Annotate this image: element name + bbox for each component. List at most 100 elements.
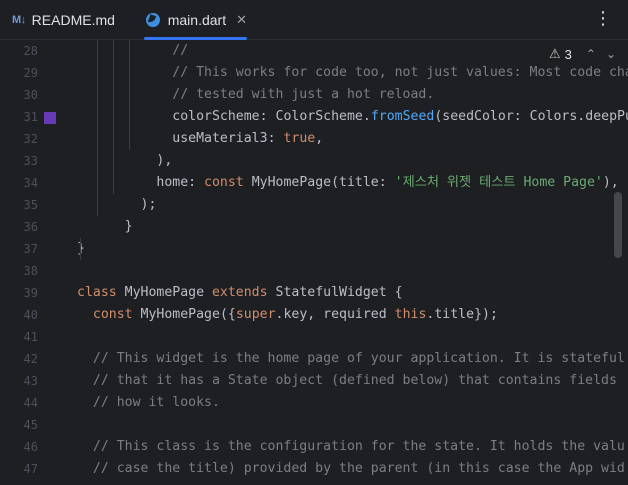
- indent-guide: [129, 40, 130, 150]
- line-number: 47: [23, 462, 38, 476]
- line-number: 40: [23, 308, 38, 322]
- code-text: class MyHomePage extends StatefulWidget …: [77, 282, 403, 304]
- code-text: const MyHomePage({super.key, required th…: [77, 304, 498, 326]
- code-token: MyHomePage: [140, 307, 220, 322]
- code-token: MyHomePage: [124, 285, 212, 300]
- code-token: StatefulWidget {: [275, 285, 403, 300]
- line-number: 44: [23, 396, 38, 410]
- code-line[interactable]: 35 );: [0, 194, 628, 216]
- code-token: seedColor: [442, 109, 514, 124]
- code-line[interactable]: 42 // This widget is the home page of yo…: [0, 348, 628, 370]
- code-token: true: [283, 131, 316, 146]
- line-number: 41: [23, 330, 38, 344]
- warning-icon: ⚠: [548, 46, 561, 61]
- line-number: 42: [23, 352, 38, 366]
- code-text: home: const MyHomePage(title: '제스처 위젯 테스…: [77, 172, 618, 194]
- line-number: 36: [23, 220, 38, 234]
- line-number: 28: [23, 44, 38, 58]
- code-line[interactable]: 43 // that it has a State object (define…: [0, 370, 628, 392]
- code-line[interactable]: 39 class MyHomePage extends StatefulWidge…: [0, 282, 628, 304]
- code-token: const: [77, 307, 141, 322]
- indent-guide: [97, 40, 98, 194]
- close-icon[interactable]: ✕: [236, 12, 247, 28]
- line-number: 39: [23, 286, 38, 300]
- line-number: 43: [23, 374, 38, 388]
- color-swatch[interactable]: [44, 112, 56, 124]
- code-line[interactable]: 41: [0, 326, 628, 348]
- code-line[interactable]: 47 // case the title) provided by the pa…: [0, 458, 628, 480]
- code-token: deepPurp: [585, 109, 628, 124]
- code-text: // This works for code too, not just val…: [77, 62, 628, 84]
- line-number: 37: [23, 242, 38, 256]
- code-token: // case the title) provided by the paren…: [77, 461, 625, 476]
- code-token: // how it looks.: [77, 395, 220, 410]
- tab-label: README.md: [31, 12, 115, 28]
- code-text: // This widget is the home page of your …: [77, 348, 625, 370]
- editor-tab-bar: M↓ README.md main.dart ✕ ⋮: [0, 0, 628, 40]
- code-text: ),: [77, 150, 172, 172]
- code-token: colorScheme: [77, 109, 260, 124]
- code-text: );: [77, 194, 157, 216]
- code-editor[interactable]: 47 // case the title) provided by the pa…: [0, 40, 628, 485]
- code-text: // that it has a State object (defined b…: [77, 370, 617, 392]
- code-token: // that it has a State object (defined b…: [77, 373, 617, 388]
- code-token: required: [323, 307, 395, 322]
- code-token: .: [362, 109, 371, 124]
- code-token: :: [267, 131, 284, 146]
- markdown-icon: M↓: [12, 14, 26, 26]
- code-token: title: [339, 175, 379, 190]
- dart-icon: [146, 13, 160, 27]
- code-line[interactable]: 37}: [0, 238, 628, 260]
- indent-guide: [80, 238, 81, 260]
- inspection-widget[interactable]: ⚠ 3 ⌃ ⌄: [542, 46, 616, 62]
- line-number: 38: [23, 264, 38, 278]
- code-token: :: [259, 109, 276, 124]
- line-number: 34: [23, 176, 38, 190]
- code-token: :: [188, 175, 205, 190]
- code-token: });: [474, 307, 498, 322]
- code-line[interactable]: 31 colorScheme: ColorScheme.fromSeed(see…: [0, 106, 628, 128]
- code-line[interactable]: 28 //: [0, 40, 628, 62]
- line-number: 31: [23, 110, 38, 124]
- code-line[interactable]: 46 // This class is the configuration fo…: [0, 436, 628, 458]
- code-line[interactable]: 29 // This works for code too, not just …: [0, 62, 628, 84]
- code-line[interactable]: 33 ),: [0, 150, 628, 172]
- code-token: useMaterial3: [77, 131, 268, 146]
- code-token: this: [394, 307, 427, 322]
- tab-main-dart[interactable]: main.dart ✕: [140, 0, 247, 40]
- code-text: }: [77, 216, 133, 238]
- indent-guide: [97, 194, 98, 216]
- next-highlight-icon[interactable]: ⌄: [606, 47, 616, 61]
- code-token: super: [235, 307, 276, 322]
- code-text: // tested with just a hot reload.: [77, 84, 434, 106]
- code-token: home: [77, 175, 189, 190]
- line-number: 35: [23, 198, 38, 212]
- warning-count: 3: [564, 46, 572, 62]
- code-line[interactable]: 30 // tested with just a hot reload.: [0, 84, 628, 106]
- code-line[interactable]: 40 const MyHomePage({super.key, required…: [0, 304, 628, 326]
- code-token: // This widget is the home page of your …: [77, 351, 625, 366]
- code-token: //: [77, 43, 189, 58]
- code-line[interactable]: 34 home: const MyHomePage(title: '제스처 위젯…: [0, 172, 628, 194]
- code-token: :: [513, 109, 530, 124]
- code-token: ColorScheme: [275, 109, 363, 124]
- previous-highlight-icon[interactable]: ⌃: [586, 47, 596, 61]
- code-line[interactable]: 36 }: [0, 216, 628, 238]
- code-token: (: [331, 175, 340, 190]
- code-line[interactable]: 38: [0, 260, 628, 282]
- code-text: colorScheme: ColorScheme.fromSeed(seedCo…: [77, 106, 628, 128]
- code-token: Colors: [529, 109, 578, 124]
- code-token: // tested with just a hot reload.: [77, 87, 435, 102]
- vertical-scrollbar[interactable]: [614, 192, 622, 258]
- code-line[interactable]: 32 useMaterial3: true,: [0, 128, 628, 150]
- code-token: fromSeed: [370, 109, 435, 124]
- more-options-icon[interactable]: ⋮: [594, 10, 612, 28]
- code-line[interactable]: 44 // how it looks.: [0, 392, 628, 414]
- code-line[interactable]: 45: [0, 414, 628, 436]
- tab-readme[interactable]: M↓ README.md: [12, 0, 115, 40]
- code-token: ),: [77, 153, 173, 168]
- code-token: // This works for code too, not just val…: [77, 65, 628, 80]
- tab-label: main.dart: [167, 12, 227, 28]
- line-number: 33: [23, 154, 38, 168]
- code-token: class: [77, 285, 125, 300]
